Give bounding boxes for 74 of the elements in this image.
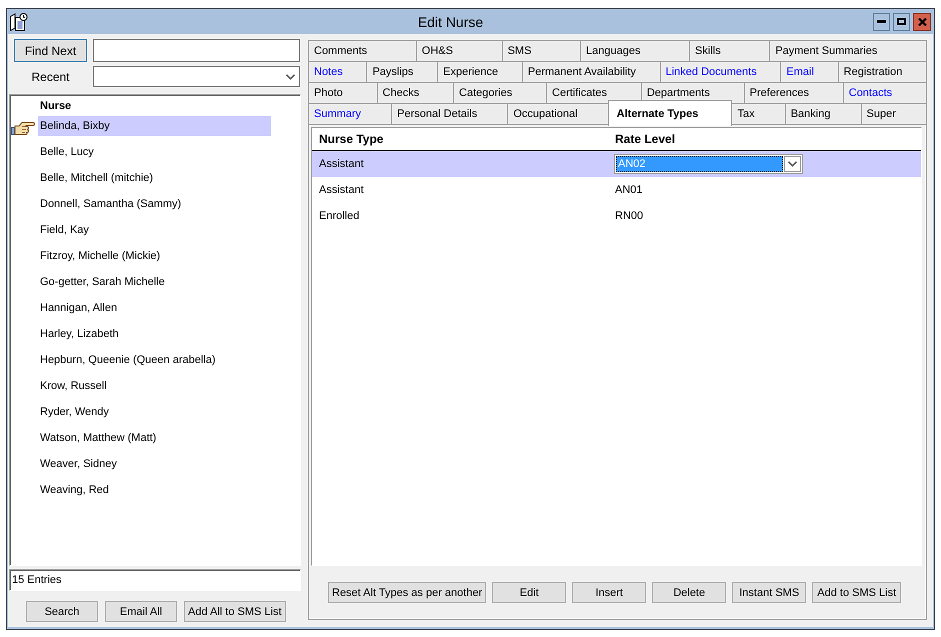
book-document-icon xyxy=(10,12,28,30)
tab[interactable]: Registration xyxy=(838,61,928,82)
nurse-list-item[interactable]: Krow, Russell xyxy=(38,376,271,396)
action-button[interactable]: Instant SMS xyxy=(732,582,806,603)
column-header: Nurse xyxy=(39,98,72,114)
nurse-list-item[interactable]: Ryder, Wendy xyxy=(38,402,271,422)
tab[interactable]: Checks xyxy=(376,82,454,103)
tab[interactable]: Email xyxy=(780,61,839,82)
tab[interactable]: Experience xyxy=(437,61,523,82)
tab[interactable]: Preferences xyxy=(744,82,844,103)
nurse-list-item[interactable]: Go-getter, Sarah Michelle xyxy=(38,272,271,292)
action-button[interactable]: Reset Alt Types as per another xyxy=(328,582,486,603)
nurse-list-item[interactable]: Watson, Matthew (Matt) xyxy=(38,428,271,448)
action-button[interactable]: Delete xyxy=(652,582,726,603)
nurse-list-item[interactable]: Belle, Lucy xyxy=(38,142,271,162)
tab[interactable]: Permanent Availability xyxy=(522,61,661,82)
nurse-list-item[interactable]: Field, Kay xyxy=(38,220,271,240)
chevron-down-icon xyxy=(286,74,295,80)
minimize-icon xyxy=(877,20,886,23)
recent-label: Recent xyxy=(30,68,71,86)
tab[interactable]: SMS xyxy=(502,40,581,61)
list-action-button[interactable]: Search xyxy=(26,601,98,622)
tab[interactable]: Certificates xyxy=(546,82,642,103)
tab[interactable]: Summary xyxy=(308,103,392,124)
action-button[interactable]: Add to SMS List xyxy=(812,582,902,603)
maximize-icon xyxy=(897,18,906,25)
tab[interactable]: Categories xyxy=(453,82,548,103)
close-icon xyxy=(918,18,926,26)
tab[interactable]: Tax xyxy=(731,103,786,124)
nurse-list-item[interactable]: Weaving, Red xyxy=(38,480,271,500)
nurse-list-item[interactable]: Donnell, Samantha (Sammy) xyxy=(38,194,271,214)
tab[interactable]: Notes xyxy=(308,61,368,82)
tab[interactable]: Occupational xyxy=(507,103,609,124)
tab[interactable]: Linked Documents xyxy=(660,61,782,82)
nurse-list-item[interactable]: Harley, Lizabeth xyxy=(38,324,271,344)
tab[interactable]: Alternate Types xyxy=(608,100,732,126)
column-header: Rate Level xyxy=(615,131,676,148)
dropdown-arrow-button[interactable] xyxy=(784,156,801,172)
search-field[interactable] xyxy=(93,39,300,62)
tab[interactable]: Photo xyxy=(308,82,378,103)
action-button[interactable]: Insert xyxy=(572,582,646,603)
nurse-list-item[interactable]: Belle, Mitchell (mitchie) xyxy=(38,168,271,188)
tab[interactable]: Languages xyxy=(580,40,690,61)
tab[interactable]: Banking xyxy=(784,103,862,124)
tab[interactable]: Payment Summaries xyxy=(769,40,927,61)
nurse-list-item[interactable]: Belinda, Bixby xyxy=(38,116,271,136)
table-cell: Assistant xyxy=(312,151,615,177)
list-action-button[interactable]: Email All xyxy=(105,601,177,622)
nurse-list-item[interactable]: Weaver, Sidney xyxy=(38,454,271,474)
nurse-list-item[interactable]: Fitzroy, Michelle (Mickie) xyxy=(38,246,271,266)
column-header: Nurse Type xyxy=(318,131,384,148)
nurse-list-item[interactable]: Hepburn, Queenie (Queen arabella) xyxy=(38,350,271,370)
table-cell-text: Enrolled xyxy=(318,209,360,224)
tab[interactable]: Skills xyxy=(689,40,770,61)
tab[interactable]: Comments xyxy=(308,40,417,61)
window-title: Edit Nurse xyxy=(416,14,484,30)
table-cell-text: AN01 xyxy=(615,183,644,198)
maximize-button[interactable] xyxy=(893,12,910,30)
entry-count-field: 15 Entries xyxy=(9,569,301,591)
tab[interactable]: Super xyxy=(860,103,927,124)
list-action-button[interactable]: Add All to SMS List xyxy=(184,601,286,622)
tab[interactable]: OH&S xyxy=(416,40,503,61)
table-cell-text: RN00 xyxy=(615,209,644,224)
close-button[interactable] xyxy=(913,12,931,30)
minimize-button[interactable] xyxy=(873,12,890,30)
tab[interactable]: Personal Details xyxy=(391,103,508,124)
chevron-down-icon xyxy=(788,161,797,167)
find-next-button[interactable]: Find Next xyxy=(14,39,87,62)
tab[interactable]: Contacts xyxy=(842,82,927,103)
table-cell-text: Assistant xyxy=(318,183,365,198)
action-button[interactable]: Edit xyxy=(492,582,566,603)
recent-dropdown[interactable] xyxy=(93,66,300,87)
tab[interactable]: Payslips xyxy=(366,61,438,82)
nurse-list-item[interactable]: Hannigan, Allen xyxy=(38,298,271,318)
